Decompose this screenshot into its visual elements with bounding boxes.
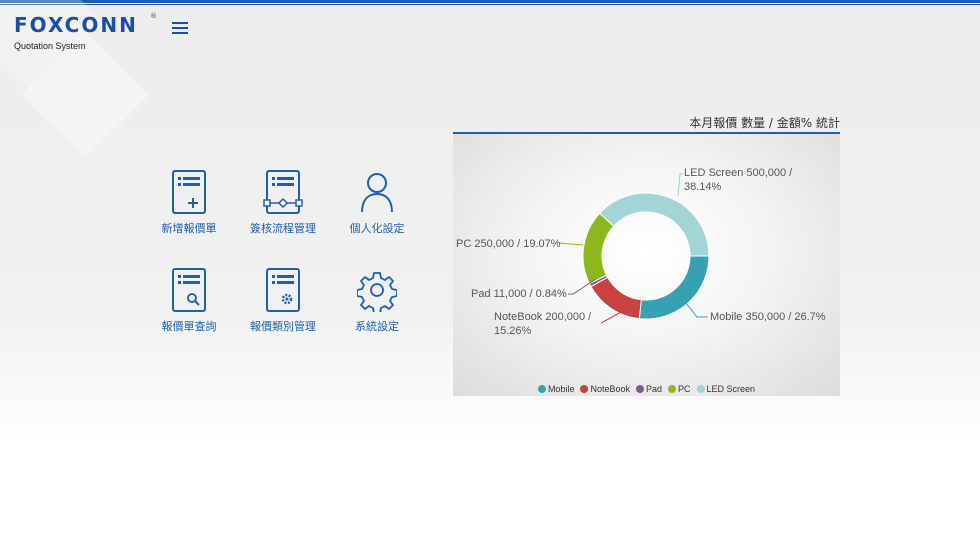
legend-marker bbox=[696, 385, 705, 393]
legend-marker bbox=[668, 385, 676, 393]
tile-label: 報價單查詢 bbox=[161, 320, 217, 333]
legend-label: PC bbox=[678, 384, 691, 394]
legend-marker bbox=[580, 385, 589, 393]
workflow-icon bbox=[263, 170, 303, 214]
tile-user-settings[interactable]: 個人化設定 bbox=[337, 170, 417, 236]
donut-slice-mobile[interactable] bbox=[638, 255, 710, 320]
tile-label: 個人化設定 bbox=[349, 222, 405, 235]
leader-line bbox=[600, 310, 624, 324]
leader-line bbox=[685, 302, 708, 318]
category-settings-icon bbox=[266, 268, 300, 312]
gear-icon bbox=[357, 272, 397, 312]
donut-chart-svg: Mobile 350,000 / 26.7% NoteBook 200,000 /… bbox=[456, 167, 826, 337]
legend-item-led-screen[interactable]: LED Screen bbox=[696, 384, 756, 394]
data-label-pad: Pad 11,000 / 0.84% bbox=[471, 288, 567, 300]
legend-label: NoteBook bbox=[590, 384, 630, 394]
tile-system-settings[interactable]: 系統設定 bbox=[337, 268, 417, 334]
legend-item-notebook[interactable]: NoteBook bbox=[580, 384, 630, 394]
app-subtitle: Quotation System bbox=[14, 41, 86, 51]
logo-text: FOXCONN bbox=[14, 13, 138, 37]
donut-slice-pc[interactable] bbox=[582, 212, 615, 285]
legend-label: Pad bbox=[645, 384, 662, 394]
tile-new-quote[interactable]: 新增報價單 bbox=[149, 170, 229, 236]
registered-mark: ® bbox=[150, 12, 157, 20]
legend-marker bbox=[635, 385, 644, 393]
legend-label: LED Screen bbox=[706, 384, 756, 394]
legend-item-pc[interactable]: PC bbox=[668, 384, 691, 394]
top-border-thin bbox=[0, 4, 980, 5]
donut-slice-notebook[interactable] bbox=[590, 276, 642, 320]
brand-logo[interactable]: FOXCONN ® Quotation System bbox=[14, 12, 157, 51]
data-label-pc: PC 250,000 / 19.07% bbox=[456, 238, 561, 250]
data-label-mobile: Mobile 350,000 / 26.7% bbox=[710, 311, 826, 323]
hamburger-icon[interactable] bbox=[172, 22, 192, 38]
chart-legend: Mobile NoteBook Pad PC LED Screen bbox=[453, 384, 840, 394]
user-icon bbox=[361, 173, 393, 213]
new-quote-icon bbox=[172, 170, 206, 214]
tile-label: 簽核流程管理 bbox=[250, 222, 316, 235]
legend-label: Mobile bbox=[547, 384, 575, 394]
tile-quote-search[interactable]: 報價單查詢 bbox=[149, 268, 229, 334]
leader-line bbox=[558, 242, 584, 246]
tile-category-manage[interactable]: 報價類別管理 bbox=[243, 268, 323, 334]
data-label-led-screen: LED Screen 500,000 /38.14% bbox=[684, 167, 793, 193]
legend-marker bbox=[537, 385, 546, 393]
donut-slice-led-screen[interactable] bbox=[598, 192, 710, 257]
chart-title: 本月報價 數量 / 金額% 統計 bbox=[689, 116, 840, 130]
top-border bbox=[0, 0, 980, 3]
tile-label: 報價類別管理 bbox=[250, 320, 316, 333]
donut-chart: Mobile 350,000 / 26.7% NoteBook 200,000 /… bbox=[453, 134, 840, 396]
legend-item-mobile[interactable]: Mobile bbox=[537, 384, 575, 394]
tile-label: 新增報價單 bbox=[161, 222, 217, 235]
legend-item-pad[interactable]: Pad bbox=[635, 384, 662, 394]
quote-search-icon bbox=[172, 268, 206, 312]
data-label-notebook: NoteBook 200,000 /15.26% bbox=[494, 311, 592, 337]
tile-workflow[interactable]: 簽核流程管理 bbox=[243, 170, 323, 236]
leader-line bbox=[677, 173, 683, 197]
tile-label: 系統設定 bbox=[355, 320, 399, 333]
